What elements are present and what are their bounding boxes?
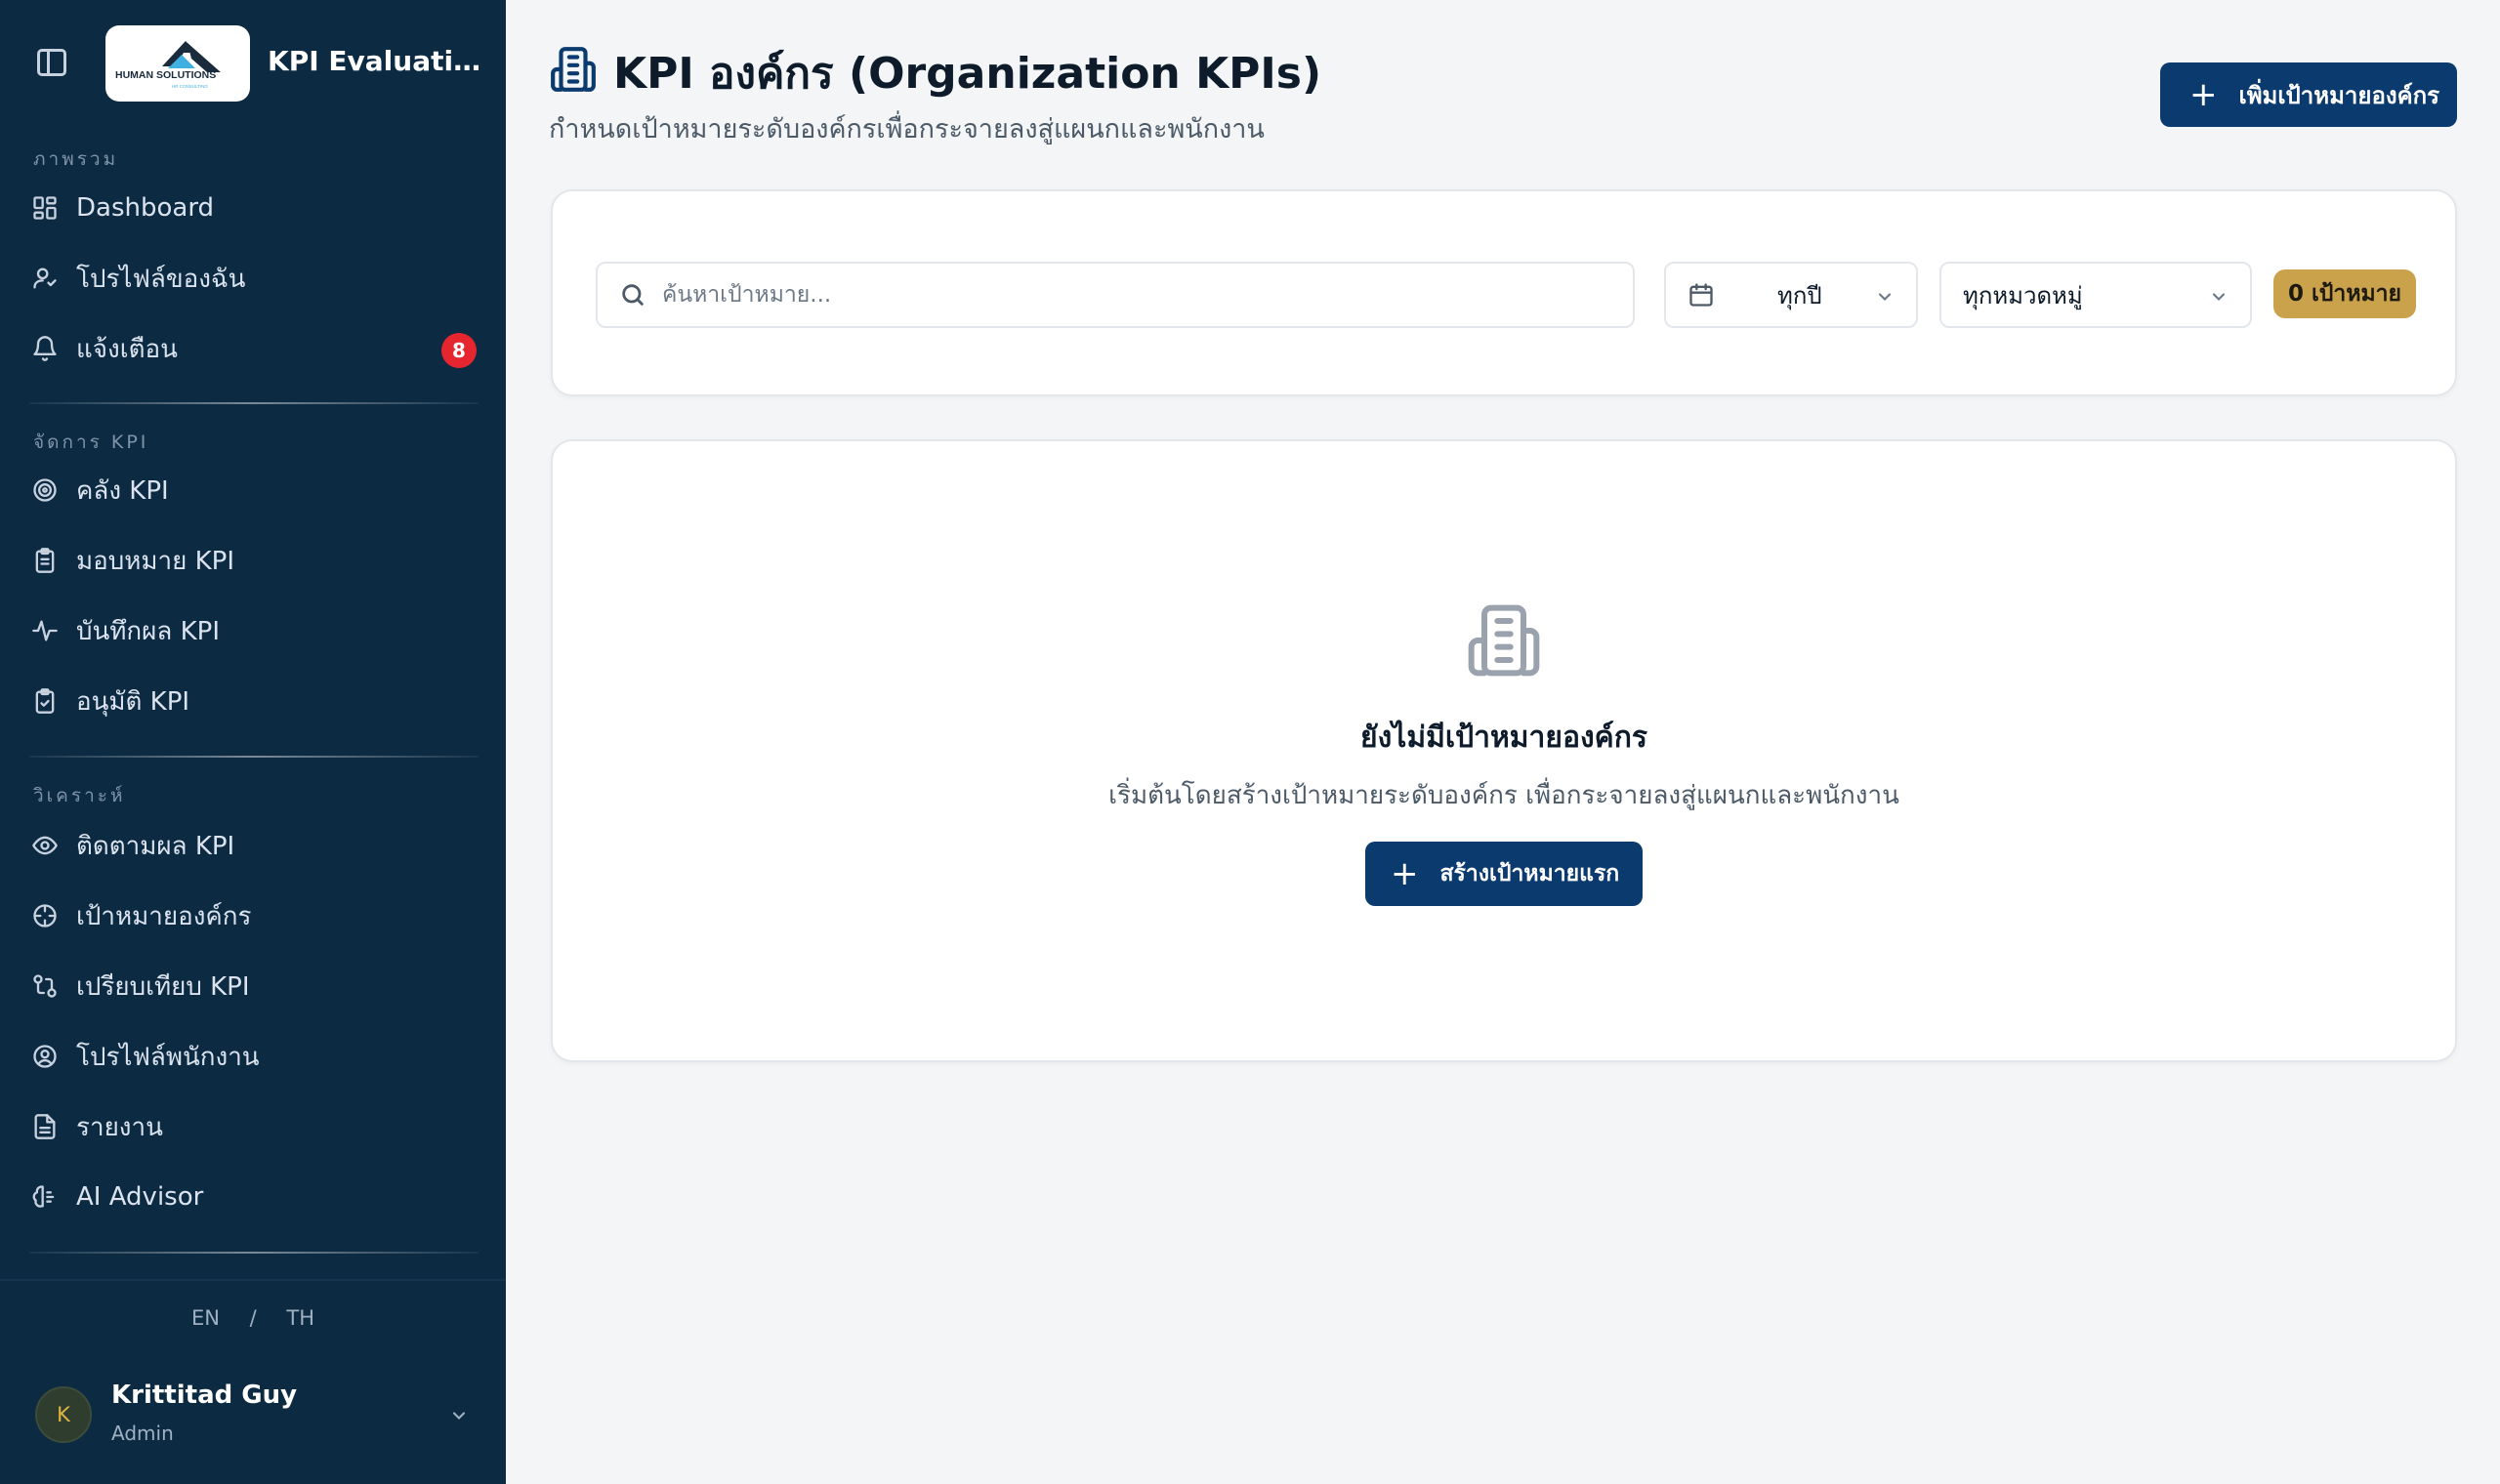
notification-count-badge: 8 [441, 333, 477, 368]
add-org-goal-button[interactable]: + เพิ่มเป้าหมายองค์กร [2160, 62, 2457, 127]
sidebar-item-org-goals[interactable]: เป้าหมายองค์กร [23, 888, 482, 943]
sidebar-item-label: แจ้งเตือน [76, 334, 178, 364]
search-icon [622, 284, 644, 306]
sidebar-item-reports[interactable]: รายงาน [23, 1099, 482, 1154]
sidebar-item-label: โปรไฟล์พนักงาน [76, 1042, 260, 1072]
sidebar-item-notifications[interactable]: แจ้งเตือน 8 [23, 321, 482, 376]
sidebar-item-compare-kpi[interactable]: เปรียบเทียบ KPI [23, 959, 482, 1013]
company-logo[interactable]: HUMAN SOLUTIONS HR CONSULTING [105, 25, 250, 102]
section-label-analysis: วิเคราะห์ [33, 785, 126, 806]
app-title: KPI Evaluation ... [268, 45, 492, 77]
sidebar-item-dashboard[interactable]: Dashboard [23, 181, 482, 235]
empty-state-subtitle: เริ่มต้นโดยสร้างเป้าหมายระดับองค์กร เพื่… [1108, 781, 1899, 810]
sidebar-item-assign-kpi[interactable]: มอบหมาย KPI [23, 533, 482, 588]
year-select[interactable]: ทุกปี [1664, 262, 1918, 328]
sidebar-divider [29, 1252, 479, 1254]
bell-icon [27, 331, 62, 366]
eye-icon [27, 828, 62, 863]
lang-separator: / [249, 1306, 257, 1330]
sidebar-divider [29, 756, 479, 758]
chevron-down-icon [2212, 293, 2226, 301]
user-name[interactable]: Krittitad Guy [111, 1381, 297, 1410]
create-first-goal-label: สร้างเป้าหมายแรก [1439, 861, 1620, 886]
search-box[interactable] [596, 262, 1635, 328]
empty-state-panel: ยังไม่มีเป้าหมายองค์กร เริ่มต้นโดยสร้างเ… [551, 439, 2457, 1062]
sidebar-item-record-kpi[interactable]: บันทึกผล KPI [23, 603, 482, 658]
building-icon [551, 47, 596, 92]
sidebar-footer-divider [0, 1279, 506, 1281]
activity-icon [27, 613, 62, 648]
sidebar-item-ai-advisor[interactable]: AI Advisor [23, 1170, 482, 1224]
plus-icon: + [1391, 854, 1419, 893]
chevron-down-icon [1878, 293, 1892, 301]
sidebar-item-label: คลัง KPI [76, 475, 169, 506]
clipboard-list-icon [27, 543, 62, 578]
file-text-icon [27, 1109, 62, 1144]
user-role: Admin [111, 1422, 174, 1445]
sidebar-item-kpi-library[interactable]: คลัง KPI [23, 463, 482, 517]
sidebar-item-my-profile[interactable]: โปรไฟล์ของฉัน [23, 251, 482, 306]
plus-icon: + [2189, 75, 2218, 114]
logo-subtext: HR CONSULTING [172, 84, 208, 89]
sidebar-item-approve-kpi[interactable]: อนุมัติ KPI [23, 674, 482, 728]
lang-th[interactable]: TH [286, 1306, 314, 1330]
clipboard-check-icon [27, 683, 62, 719]
sidebar-item-track-kpi[interactable]: ติดตามผล KPI [23, 818, 482, 873]
sidebar-divider [29, 402, 479, 404]
create-first-goal-button[interactable]: + สร้างเป้าหมายแรก [1365, 842, 1643, 906]
avatar[interactable]: K [35, 1386, 92, 1443]
add-org-goal-label: เพิ่มเป้าหมายองค์กร [2238, 81, 2440, 109]
sidebar-item-label: อนุมัติ KPI [76, 686, 190, 717]
filter-bar: ทุกปี ทุกหมวดหมู่ 0 เป้าหมาย [551, 189, 2457, 396]
page-subtitle: กำหนดเป้าหมายระดับองค์กรเพื่อกระจายลงสู่… [549, 114, 1265, 144]
goal-count-badge: 0 เป้าหมาย [2273, 269, 2416, 318]
category-select-value: ทุกหมวดหมู่ [1963, 281, 2083, 309]
dashboard-icon [27, 190, 62, 226]
section-label-manage-kpi: จัดการ KPI [33, 432, 149, 453]
lang-en[interactable]: EN [191, 1306, 220, 1330]
logo-text: HUMAN SOLUTIONS [115, 69, 216, 81]
brain-icon [27, 1179, 62, 1215]
user-icon [27, 261, 62, 296]
language-switcher: EN / TH [0, 1306, 506, 1330]
sidebar-item-employee-profile[interactable]: โปรไฟล์พนักงาน [23, 1029, 482, 1084]
search-input[interactable] [662, 282, 1619, 308]
empty-state-title: ยังไม่มีเป้าหมายองค์กร [1360, 721, 1647, 755]
calendar-icon [1689, 283, 1713, 307]
crosshair-icon [27, 898, 62, 933]
sidebar-item-label: โปรไฟล์ของฉัน [76, 264, 246, 294]
page-title: KPI องค์กร (Organization KPIs) [613, 49, 1322, 99]
year-select-value: ทุกปี [1777, 281, 1822, 309]
sidebar-item-label: บันทึกผล KPI [76, 616, 220, 646]
category-select[interactable]: ทุกหมวดหมู่ [1939, 262, 2252, 328]
building-icon [1468, 604, 1540, 677]
sidebar-item-label: มอบหมาย KPI [76, 546, 235, 576]
sidebar-item-label: เปรียบเทียบ KPI [76, 971, 250, 1002]
compare-icon [27, 969, 62, 1004]
sidebar: HUMAN SOLUTIONS HR CONSULTING KPI Evalua… [0, 0, 506, 1484]
chevron-down-icon[interactable] [449, 1406, 469, 1425]
sidebar-item-label: ติดตามผล KPI [76, 831, 235, 861]
sidebar-item-label: รายงาน [76, 1112, 163, 1142]
sidebar-item-label: Dashboard [76, 193, 215, 223]
user-circle-icon [27, 1039, 62, 1074]
sidebar-item-label: เป้าหมายองค์กร [76, 901, 252, 931]
section-label-overview: ภาพรวม [33, 148, 119, 170]
target-icon [27, 473, 62, 508]
sidebar-toggle-icon[interactable] [37, 49, 66, 76]
sidebar-item-label: AI Advisor [76, 1182, 204, 1212]
